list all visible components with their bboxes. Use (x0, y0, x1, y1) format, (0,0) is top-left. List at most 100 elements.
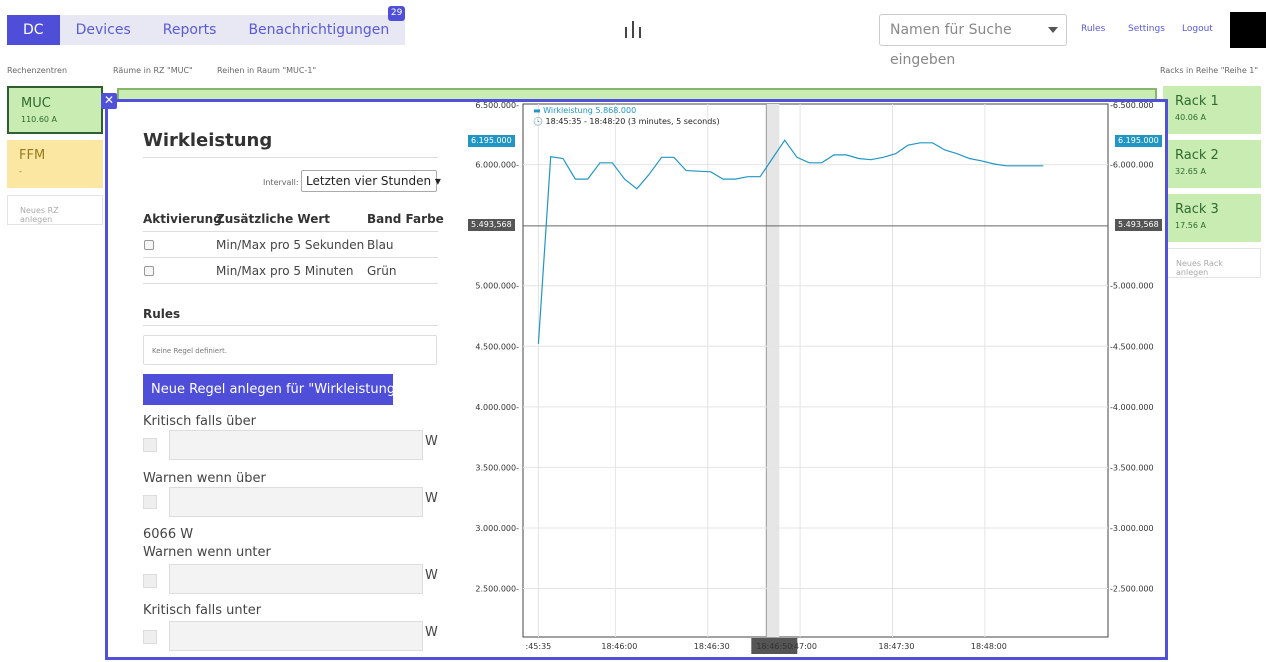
band-color: Grün (367, 264, 397, 278)
new-rule-button[interactable]: Neue Regel anlegen für "Wirkleistung" (143, 374, 401, 405)
rules-link[interactable]: Rules (1081, 24, 1105, 34)
y-tick-label-left: 4.000.000- (475, 403, 519, 412)
threshold-input[interactable] (169, 487, 423, 517)
logout-link[interactable]: Logout (1182, 24, 1213, 34)
rechenzentren-label: Rechenzentren (7, 66, 68, 75)
y-tick-label-right: -4.000.000 (1110, 403, 1154, 412)
legend-series-value: 5.868.000 (595, 106, 637, 115)
racks-label: Racks in Reihe "Reihe 1" (1160, 66, 1259, 75)
threshold-unit: W (425, 568, 438, 583)
chevron-down-icon[interactable] (1048, 27, 1058, 33)
threshold-unit: W (425, 491, 438, 506)
threshold-unit: W (425, 434, 438, 449)
rules-title: Rules (143, 307, 181, 321)
threshold-label-warn-above: Warnen wenn über (143, 471, 266, 486)
panel-title: Wirkleistung (143, 130, 273, 151)
threshold-checkbox[interactable] (143, 630, 157, 644)
rack-name: Rack 1 (1175, 94, 1219, 109)
new-datacenter-button[interactable]: Neues RZ anlegen (7, 195, 103, 225)
threshold-input[interactable] (169, 621, 423, 651)
tab-benachrichtigungen-label: Benachrichtigungen (248, 22, 390, 38)
top-bar: DC Devices Reports Benachrichtigungen 29… (0, 0, 1266, 68)
cursor-flag-left: 5.493,568 (468, 219, 515, 231)
band-value: Min/Max pro 5 Minuten (216, 264, 354, 278)
user-avatar[interactable] (1230, 12, 1266, 48)
tab-dc[interactable]: DC (7, 15, 60, 45)
datacenter-card-muc[interactable]: MUC 110.60 A (7, 86, 103, 134)
tab-reports[interactable]: Reports (147, 15, 233, 45)
rack-value: 32.65 A (1175, 167, 1206, 176)
raeume-label: Räume in RZ "MUC" (113, 66, 193, 75)
divider (143, 157, 438, 158)
x-tick-label: 18:48:00 (971, 642, 1007, 651)
y-tick-label-left: 2.500.000- (475, 585, 519, 594)
threshold-checkbox[interactable] (143, 574, 157, 588)
wirkleistung-modal: Wirkleistung Intervall: Letzten vier Stu… (105, 99, 1168, 660)
close-icon[interactable]: ✕ (101, 93, 117, 109)
row-card-strip (117, 88, 1157, 99)
y-tick-label-left: 6.000.000- (475, 161, 519, 170)
header-zusatz-wert: Zusätzliche Wert (216, 212, 331, 226)
threshold-checkbox[interactable] (143, 495, 157, 509)
x-tick-label: :47:00 (791, 642, 817, 651)
chart-legend: ▬ Wirkleistung 5.868.000 🕓 18:45:35 - 18… (533, 106, 720, 126)
interval-select[interactable]: Letzten vier Stunden ▾ (301, 170, 441, 192)
y-top-label-right: -6.500.000 (1110, 102, 1154, 110)
divider (143, 283, 438, 284)
x-tick-label: 18:47:30 (879, 642, 915, 651)
reihen-label: Reihen in Raum "MUC-1" (217, 66, 317, 75)
threshold-label-critical-below: Kritisch falls unter (143, 603, 262, 618)
datacenter-card-ffm[interactable]: FFM - (7, 140, 103, 188)
no-rule-box: Keine Regel definiert. (143, 335, 437, 365)
chart-svg[interactable]: 6.000.000- -6.000.000 5.000.000- -5.000.000… (468, 102, 1168, 662)
divider (143, 231, 438, 232)
tab-benachrichtigungen[interactable]: Benachrichtigungen 29 (232, 6, 406, 45)
y-top-label-left: 6.500.000- (475, 102, 519, 110)
rack-name: Rack 2 (1175, 148, 1219, 163)
wirkleistung-chart[interactable]: 6.000.000- -6.000.000 5.000.000- -5.000.000… (468, 102, 1168, 662)
activation-checkbox[interactable] (144, 240, 154, 250)
rack-card-1[interactable]: Rack 1 40.06 A (1163, 86, 1261, 134)
y-tick-label-right: -3.000.000 (1110, 524, 1154, 533)
x-tick-label: :45:35 (526, 642, 552, 651)
rack-value: 17.56 A (1175, 221, 1206, 230)
band-value: Min/Max pro 5 Sekunden (216, 238, 365, 252)
x-tick-label: 18:46:50 (756, 642, 792, 651)
header-aktivierung: Aktivierung (143, 212, 222, 226)
new-rack-button[interactable]: Neues Rack anlegen (1163, 248, 1261, 278)
y-tick-label-right: -4.500.000 (1110, 342, 1154, 351)
band-color: Blau (367, 238, 394, 252)
header-band-farbe: Band Farbe (367, 212, 444, 226)
notification-count-badge: 29 (387, 6, 406, 21)
tab-devices[interactable]: Devices (60, 15, 147, 45)
y-tick-label-left: 4.500.000- (475, 342, 519, 351)
clock-icon: 🕓 (533, 117, 543, 126)
max-flag-right: 6.195.000 (1115, 135, 1162, 147)
plot-area (522, 103, 1109, 638)
legend-time-range: 18:45:35 - 18:48:20 (3 minutes, 5 second… (545, 117, 720, 126)
threshold-label-warn-below: Warnen wenn unter (143, 545, 271, 560)
selection-band (766, 104, 780, 637)
rack-name: Rack 3 (1175, 202, 1219, 217)
legend-series-name: Wirkleistung (543, 106, 593, 115)
logo-icon (624, 21, 642, 38)
y-tick-label-right: -2.500.000 (1110, 585, 1154, 594)
y-tick-label-right: -5.000.000 (1110, 282, 1154, 291)
y-tick-label-right: -6.000.000 (1110, 161, 1154, 170)
search-input[interactable]: Namen für Suche eingeben (879, 14, 1067, 68)
threshold-input[interactable] (169, 430, 423, 460)
datacenter-value: 110.60 A (21, 115, 58, 124)
settings-link[interactable]: Settings (1128, 24, 1165, 34)
rack-card-3[interactable]: Rack 3 17.56 A (1163, 194, 1261, 242)
chevron-down-icon: ▾ (434, 174, 441, 188)
activation-checkbox[interactable] (144, 266, 154, 276)
rack-card-2[interactable]: Rack 2 32.65 A (1163, 140, 1261, 188)
threshold-checkbox[interactable] (143, 438, 157, 452)
main-tabs: DC Devices Reports Benachrichtigungen 29 (7, 6, 406, 45)
y-tick-label-left: 3.000.000- (475, 524, 519, 533)
datacenter-name: MUC (21, 96, 51, 111)
y-tick-label-left: 3.500.000- (475, 463, 519, 472)
threshold-input[interactable] (169, 564, 423, 594)
cursor-flag-right: 5.493,568 (1115, 219, 1162, 231)
rack-value: 40.06 A (1175, 113, 1206, 122)
